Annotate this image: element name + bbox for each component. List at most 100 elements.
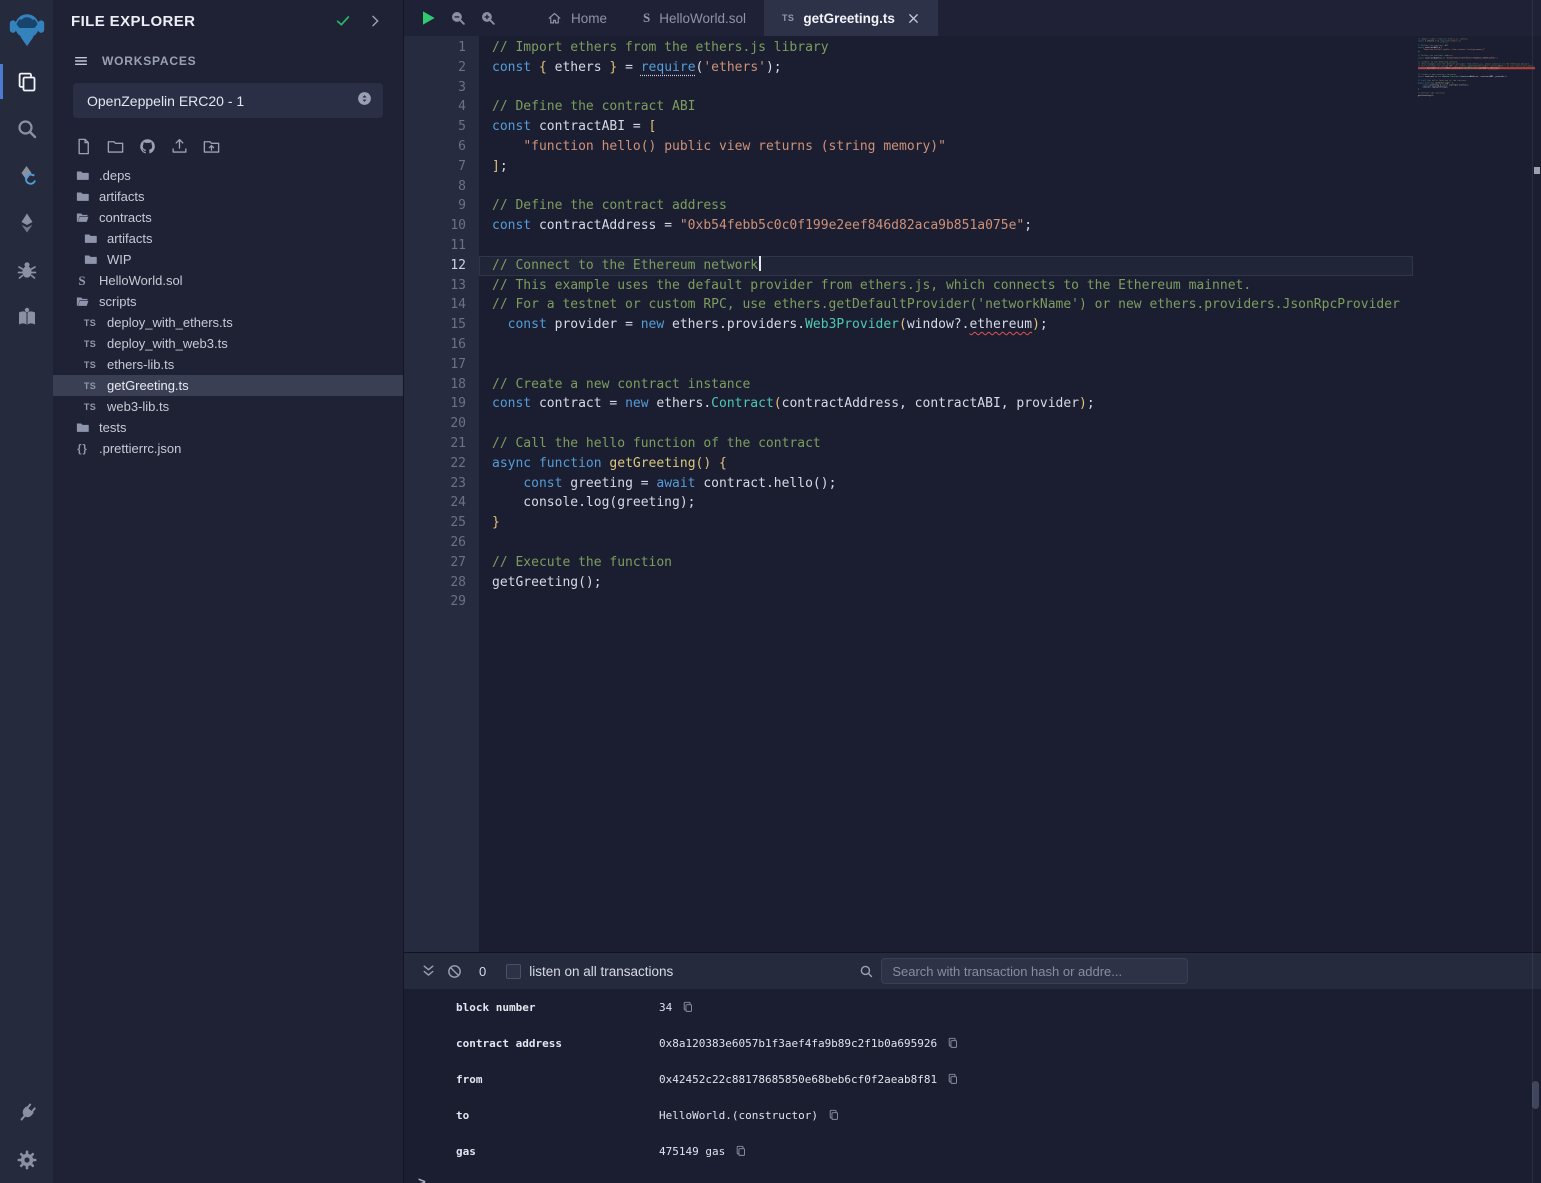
plugin-manager-icon[interactable] bbox=[0, 1089, 53, 1136]
line-number: 8 bbox=[404, 177, 479, 197]
line-number: 27 bbox=[404, 553, 479, 573]
tree-item-contracts[interactable]: contracts bbox=[53, 207, 403, 228]
close-tab-icon[interactable] bbox=[906, 11, 920, 25]
tree-item-tests[interactable]: tests bbox=[53, 417, 403, 438]
workspaces-label: WORKSPACES bbox=[102, 54, 196, 68]
zoom-in-icon[interactable] bbox=[473, 3, 503, 33]
tree-item-getgreeting-ts[interactable]: TS getGreeting.ts bbox=[53, 375, 403, 396]
solidity-compiler-icon[interactable] bbox=[0, 152, 53, 199]
line-number: 14 bbox=[404, 295, 479, 315]
tree-item-artifacts[interactable]: artifacts bbox=[53, 228, 403, 249]
tree-item-label: tests bbox=[99, 420, 126, 435]
tree-item--prettierrc-json[interactable]: { }.prettierrc.json bbox=[53, 438, 403, 459]
minimap[interactable]: // Import ethers from the ethers.js libr… bbox=[1418, 38, 1535, 118]
tree-item-wip[interactable]: WIP bbox=[53, 249, 403, 270]
terminal-row-from: from0x42452c22c88178685850e68beb6cf0f2ae… bbox=[404, 1061, 1541, 1097]
debugger-icon[interactable] bbox=[0, 246, 53, 293]
tree-item-artifacts[interactable]: artifacts bbox=[53, 186, 403, 207]
tab-home[interactable]: Home bbox=[529, 0, 625, 36]
line-number: 13 bbox=[404, 276, 479, 296]
terminal-row-to: toHelloWorld.(constructor) bbox=[404, 1097, 1541, 1133]
terminal-prompt[interactable]: > bbox=[404, 1169, 1541, 1183]
file-tree: .depsartifactscontractsartifactsWIPSHell… bbox=[53, 165, 403, 459]
line-number: 22 bbox=[404, 454, 479, 474]
file-toolbar bbox=[53, 118, 403, 156]
workspace-select[interactable]: OpenZeppelin ERC20 - 1 bbox=[73, 83, 383, 118]
file-explorer-icon[interactable] bbox=[0, 58, 53, 105]
line-number: 9 bbox=[404, 196, 479, 216]
tree-item-label: HelloWorld.sol bbox=[99, 273, 183, 288]
terminal-search-icon bbox=[853, 958, 879, 984]
code-content[interactable]: // Import ethers from the ethers.js libr… bbox=[479, 38, 1413, 612]
line-number: 24 bbox=[404, 493, 479, 513]
line-number: 20 bbox=[404, 414, 479, 434]
tab-helloworld-sol[interactable]: SHelloWorld.sol bbox=[625, 0, 764, 36]
line-number: 25 bbox=[404, 513, 479, 533]
terminal-row-gas: gas475149 gas bbox=[404, 1133, 1541, 1169]
learn-icon[interactable] bbox=[0, 293, 53, 340]
copy-icon[interactable] bbox=[946, 1072, 961, 1087]
terminal-search-input[interactable] bbox=[881, 958, 1188, 984]
copy-icon[interactable] bbox=[946, 1036, 961, 1051]
tree-item-scripts[interactable]: scripts bbox=[53, 291, 403, 312]
tree-item-ethers-lib-ts[interactable]: TSethers-lib.ts bbox=[53, 354, 403, 375]
ts-icon: TS bbox=[82, 360, 98, 370]
terminal-row-label: block number bbox=[456, 1001, 659, 1014]
terminal-row-label: to bbox=[456, 1109, 659, 1122]
page-scrollbar-thumb[interactable] bbox=[1534, 167, 1540, 174]
terminal-header: 0 listen on all transactions bbox=[404, 953, 1541, 989]
collapse-terminal-icon[interactable] bbox=[415, 958, 441, 984]
line-number: 19 bbox=[404, 394, 479, 414]
copy-icon[interactable] bbox=[827, 1108, 842, 1123]
tree-item--deps[interactable]: .deps bbox=[53, 165, 403, 186]
line-number: 2 bbox=[404, 58, 479, 78]
ts-icon: TS bbox=[82, 402, 98, 412]
folder-icon bbox=[82, 231, 98, 246]
folder-open-icon bbox=[74, 210, 90, 225]
tree-item-deploy-with-ethers-ts[interactable]: TSdeploy_with_ethers.ts bbox=[53, 312, 403, 333]
run-script-button[interactable] bbox=[413, 3, 443, 33]
code-editor[interactable]: 1234567891011121314151617181920212223242… bbox=[404, 36, 1541, 952]
tab-label: HelloWorld.sol bbox=[659, 11, 746, 26]
create-folder-icon[interactable] bbox=[106, 137, 125, 156]
terminal-row-label: gas bbox=[456, 1145, 659, 1158]
tree-item-deploy-with-web3-ts[interactable]: TSdeploy_with_web3.ts bbox=[53, 333, 403, 354]
tree-item-label: deploy_with_ethers.ts bbox=[107, 315, 233, 330]
clear-console-icon[interactable] bbox=[441, 958, 467, 984]
menu-icon[interactable] bbox=[71, 51, 91, 71]
console-count: 0 bbox=[479, 964, 486, 979]
upload-file-icon[interactable] bbox=[170, 137, 189, 156]
github-icon[interactable] bbox=[138, 137, 157, 156]
listen-checkbox[interactable] bbox=[506, 964, 521, 979]
line-number: 18 bbox=[404, 375, 479, 395]
panel-header: FILE EXPLORER bbox=[53, 0, 403, 31]
copy-icon[interactable] bbox=[681, 1000, 696, 1015]
tree-item-label: getGreeting.ts bbox=[107, 378, 189, 393]
zoom-out-icon[interactable] bbox=[443, 3, 473, 33]
ts-icon: TS bbox=[82, 381, 98, 391]
minimap-content: // Import ethers from the ethers.js libr… bbox=[1418, 38, 1535, 98]
tree-item-label: contracts bbox=[99, 210, 152, 225]
tree-item-web3-lib-ts[interactable]: TS web3-lib.ts bbox=[53, 396, 403, 417]
folder-icon bbox=[74, 189, 90, 204]
check-icon[interactable] bbox=[333, 11, 353, 31]
tab-label: Home bbox=[571, 11, 607, 26]
tab-getgreeting-ts[interactable]: TSgetGreeting.ts bbox=[764, 0, 938, 36]
tree-item-helloworld-sol[interactable]: SHelloWorld.sol bbox=[53, 270, 403, 291]
activity-bar bbox=[0, 0, 53, 1183]
home-icon bbox=[547, 11, 562, 26]
panel-title: FILE EXPLORER bbox=[71, 13, 321, 30]
tree-item-label: artifacts bbox=[107, 231, 153, 246]
remix-logo-icon bbox=[0, 0, 53, 58]
page-scrollbar[interactable] bbox=[1532, 0, 1541, 1183]
chevron-right-icon[interactable] bbox=[365, 11, 385, 31]
deploy-run-icon[interactable] bbox=[0, 199, 53, 246]
search-icon[interactable] bbox=[0, 105, 53, 152]
tree-item-label: web3-lib.ts bbox=[107, 399, 169, 414]
create-file-icon[interactable] bbox=[74, 137, 93, 156]
upload-folder-icon[interactable] bbox=[202, 137, 221, 156]
text-cursor bbox=[759, 256, 761, 271]
settings-icon[interactable] bbox=[0, 1136, 53, 1183]
copy-icon[interactable] bbox=[734, 1144, 749, 1159]
terminal-row-label: contract address bbox=[456, 1037, 659, 1050]
